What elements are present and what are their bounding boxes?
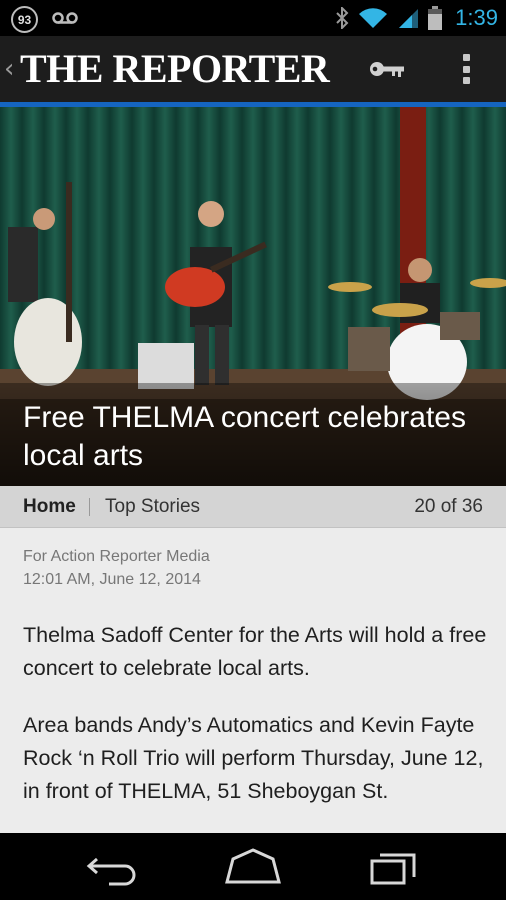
recents-icon[interactable] [366,847,426,887]
article-body[interactable]: For Action Reporter Media 12:01 AM, June… [0,528,506,833]
bluetooth-icon [336,7,349,29]
breadcrumb-divider [89,498,90,516]
notification-count-badge: 93 [11,6,38,33]
key-icon[interactable] [368,56,408,82]
status-bar: 93 1:39 [0,0,506,36]
status-icons: 1:39 [335,0,498,36]
system-nav-bar [0,833,506,900]
masthead-logo[interactable]: THE REPORTER [20,45,330,92]
breadcrumb: Home Top Stories 20 of 36 [0,486,506,528]
article-timestamp: 12:01 AM, June 12, 2014 [23,571,201,588]
home-icon[interactable] [223,847,283,887]
clock: 1:39 [455,5,498,30]
voicemail-icon [52,12,78,24]
breadcrumb-section-link[interactable]: Top Stories [105,496,200,518]
wifi-icon [359,8,388,29]
battery-icon [428,6,443,30]
overflow-menu-icon[interactable] [452,50,480,88]
article-paragraph: Area bands Andy’s Automatics and Kevin F… [23,713,484,803]
article-position-counter: 20 of 36 [414,496,483,517]
article-headline: Free THELMA concert celebrates local art… [23,401,466,472]
article-byline: For Action Reporter Media [23,548,210,565]
hero-image[interactable]: Free THELMA concert celebrates local art… [0,107,506,486]
chevron-left-icon[interactable]: ‹ [4,54,14,84]
app-bar: ‹ THE REPORTER [0,36,506,102]
signal-icon [399,9,419,28]
article-paragraph: Thelma Sadoff Center for the Arts will h… [23,623,487,680]
breadcrumb-home-link[interactable]: Home [23,496,76,518]
back-icon[interactable] [83,847,143,887]
